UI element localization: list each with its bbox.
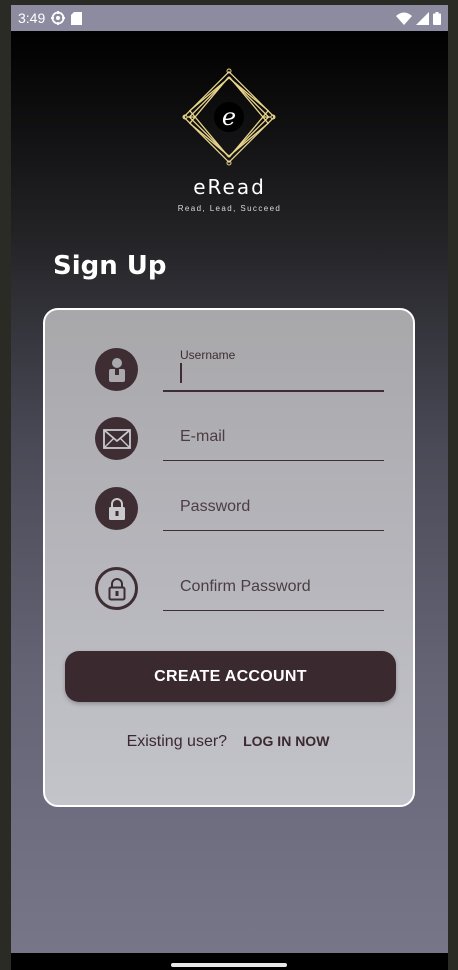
home-gesture-handle[interactable] bbox=[171, 963, 287, 967]
email-row: E-mail bbox=[45, 411, 413, 475]
password-placeholder: Password bbox=[180, 498, 251, 515]
lock-icon bbox=[95, 487, 138, 530]
text-cursor bbox=[180, 363, 182, 383]
battery-icon bbox=[433, 11, 441, 25]
mail-icon bbox=[95, 417, 138, 460]
email-field[interactable]: E-mail bbox=[163, 411, 384, 461]
sd-card-icon bbox=[71, 11, 83, 25]
existing-user-text: Existing user? bbox=[126, 733, 228, 750]
status-time: 3:49 bbox=[18, 10, 46, 26]
settings-icon bbox=[51, 11, 66, 25]
navigation-bar bbox=[11, 953, 448, 970]
eread-logo: e bbox=[182, 68, 276, 166]
confirm-password-row: Confirm Password bbox=[45, 561, 413, 625]
brand-name: eRead bbox=[193, 175, 266, 199]
password-field[interactable]: Password bbox=[163, 481, 384, 531]
signal-icon bbox=[416, 11, 429, 25]
brand-tagline: Read, Lead, Succeed bbox=[177, 204, 282, 213]
signup-screen: e eRead Read, Lead, Succeed Sign Up User… bbox=[11, 31, 448, 953]
user-icon bbox=[95, 348, 138, 391]
logo-letter: e bbox=[222, 103, 236, 131]
page-title: Sign Up bbox=[53, 251, 167, 281]
create-account-button[interactable]: CREATE ACCOUNT bbox=[65, 651, 396, 702]
lock-outline-icon bbox=[95, 567, 138, 610]
username-field[interactable]: Username bbox=[163, 342, 384, 392]
confirm-password-field[interactable]: Confirm Password bbox=[163, 561, 384, 611]
confirm-password-placeholder: Confirm Password bbox=[180, 578, 311, 595]
password-row: Password bbox=[45, 481, 413, 545]
login-prompt: Existing user? LOG IN NOW bbox=[45, 733, 413, 752]
email-placeholder: E-mail bbox=[180, 428, 226, 445]
login-now-link[interactable]: LOG IN NOW bbox=[241, 733, 332, 752]
wifi-icon bbox=[396, 12, 412, 25]
username-row: Username bbox=[45, 342, 413, 406]
signup-card: Username E-mail Password Confirm Passwor… bbox=[43, 308, 415, 807]
username-label: Username bbox=[180, 348, 236, 362]
status-bar: 3:49 bbox=[11, 5, 448, 31]
